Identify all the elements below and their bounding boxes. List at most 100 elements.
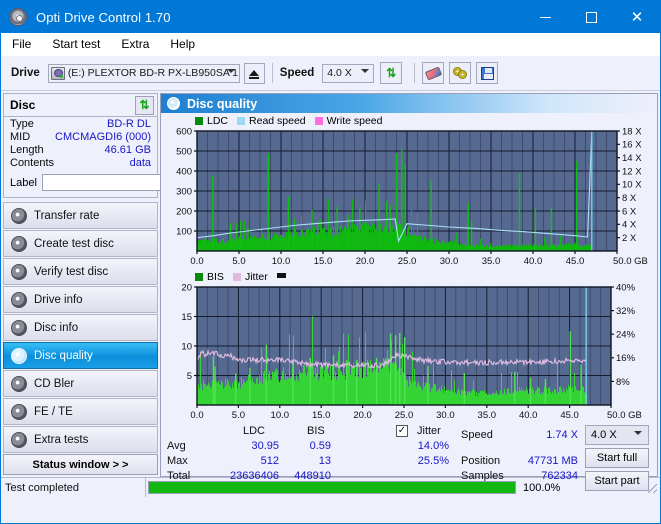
svg-text:24%: 24% (616, 330, 636, 341)
disc-refresh-button[interactable]: ⇅ (135, 95, 154, 115)
app-icon (9, 8, 27, 26)
stats-position-value: 47731 MB (527, 455, 578, 467)
svg-text:100: 100 (176, 226, 192, 237)
sidebar-item-cd-bler[interactable]: CD Bler (3, 370, 158, 397)
save-button[interactable] (476, 62, 499, 84)
chart1-wrapper: 100 200 300 400 500 600 2 X 4 X 6 X 8 X 10 X 12 X 14… (161, 127, 657, 269)
sidebar-item-create-test-disc[interactable]: Create test disc (3, 230, 158, 257)
svg-text:20.0: 20.0 (356, 256, 375, 267)
sidebar-item-extra-tests[interactable]: Extra tests (3, 426, 158, 453)
stats-row-max: Max (167, 455, 188, 467)
disc-quality-bis-chart: 5 10 15 20 8% 16% 24% 32% 40% 0.0 5.0 10.0 15.0 20.0 2… (181, 283, 641, 421)
discs-button[interactable] (449, 62, 472, 84)
legend-swatch-marker (276, 272, 286, 278)
start-part-button[interactable]: Start part (585, 471, 649, 491)
svg-text:40.0: 40.0 (519, 410, 538, 421)
discs-icon (452, 67, 468, 79)
svg-text:5.0: 5.0 (232, 256, 245, 267)
sidebar-item-transfer-rate[interactable]: Transfer rate (3, 202, 158, 229)
drive-select-value: (E:) PLEXTOR BD-R PX-LB950SA 1.06 (67, 67, 239, 79)
menu-extra[interactable]: Extra (119, 36, 151, 52)
chevron-down-icon (361, 68, 370, 73)
toolbar-divider-2 (414, 63, 416, 83)
disc-header-label: Disc (10, 98, 36, 112)
svg-text:300: 300 (176, 186, 192, 197)
stats-speed-label: Speed (461, 429, 493, 441)
progress-fill (149, 482, 515, 493)
legend-swatch-write-speed (314, 117, 323, 125)
status-window-button[interactable]: Status window > > (3, 454, 158, 475)
disc-quality-icon (167, 97, 180, 110)
disc-type-value: BD-R DL (106, 118, 151, 130)
maximize-icon (585, 11, 597, 23)
window-controls: ✕ (522, 1, 660, 33)
refresh-icon: ⇅ (386, 66, 397, 80)
svg-text:25.0: 25.0 (395, 410, 414, 421)
sidebar-item-label: FE / TE (34, 405, 73, 418)
sidebar-item-disc-quality[interactable]: Disc quality (3, 342, 158, 369)
disc-icon (11, 431, 27, 448)
svg-text:35.0: 35.0 (482, 256, 501, 267)
svg-text:25.0: 25.0 (398, 256, 417, 267)
svg-text:200: 200 (176, 206, 192, 217)
sidebar-item-disc-info[interactable]: Disc info (3, 314, 158, 341)
disc-icon (11, 291, 27, 308)
disc-row-contents: Contents data (4, 156, 157, 169)
menu-file[interactable]: File (10, 36, 33, 52)
speed-select[interactable]: 4.0 X (322, 63, 375, 83)
drive-icon (50, 66, 65, 80)
disc-icon (11, 319, 27, 336)
disc-row-mid: MID CMCMAGDI6 (000) (4, 130, 157, 143)
speed-select-value: 4.0 X (327, 67, 352, 79)
start-full-button[interactable]: Start full (585, 448, 649, 468)
menu-start-test[interactable]: Start test (50, 36, 102, 52)
speed-label: Speed (279, 67, 315, 79)
disc-length-label: Length (10, 144, 44, 156)
disc-icon (11, 207, 27, 224)
maximize-button[interactable] (568, 1, 614, 33)
status-divider (145, 478, 146, 497)
close-button[interactable]: ✕ (614, 1, 660, 33)
svg-text:15.0: 15.0 (314, 256, 333, 267)
stats-jitter-max: 25.5% (417, 455, 449, 467)
disc-length-value: 46.61 GB (104, 144, 151, 156)
resize-grip[interactable] (645, 481, 658, 494)
sidebar-item-verify-test-disc[interactable]: Verify test disc (3, 258, 158, 285)
svg-text:8%: 8% (616, 377, 630, 388)
svg-text:30.0: 30.0 (436, 410, 455, 421)
stats-position-label: Position (461, 455, 501, 467)
sidebar-item-fe-te[interactable]: FE / TE (3, 398, 158, 425)
svg-text:50.0 GB: 50.0 GB (613, 256, 648, 267)
progress-bar (148, 481, 516, 494)
test-speed-select[interactable]: 4.0 X (585, 425, 649, 445)
status-message: Test completed (5, 481, 79, 494)
eject-button[interactable] (243, 62, 265, 84)
sidebar-item-drive-info[interactable]: Drive info (3, 286, 158, 313)
save-icon (480, 66, 494, 80)
toolbar-divider-1 (271, 63, 273, 83)
drive-select[interactable]: (E:) PLEXTOR BD-R PX-LB950SA 1.06 (47, 63, 240, 83)
jitter-checkbox[interactable]: ✓ (396, 425, 408, 437)
sidebar-item-label: Drive info (34, 293, 83, 306)
legend-swatch-bis (195, 273, 203, 281)
minimize-button[interactable] (522, 1, 568, 33)
test-speed-value: 4.0 X (591, 429, 617, 441)
main-body: Disc ⇅ Type BD-R DL MID CMCMAGDI6 (000) … (1, 91, 660, 491)
svg-text:18 X: 18 X (622, 127, 642, 137)
disc-info-header: Disc ⇅ (4, 94, 157, 117)
erase-button[interactable] (422, 62, 445, 84)
disc-icon (11, 403, 27, 420)
toolbar: Drive (E:) PLEXTOR BD-R PX-LB950SA 1.06 … (1, 56, 660, 91)
refresh-button[interactable]: ⇅ (380, 62, 403, 84)
menu-help[interactable]: Help (168, 36, 197, 52)
disc-icon (11, 235, 27, 252)
svg-text:5.0: 5.0 (232, 410, 245, 421)
stats-samples-value: 762334 (541, 470, 578, 482)
disc-icon (11, 263, 27, 280)
menu-bar: File Start test Extra Help (1, 33, 660, 56)
svg-text:4 X: 4 X (622, 220, 637, 231)
svg-text:30.0: 30.0 (440, 256, 459, 267)
svg-text:40%: 40% (616, 283, 636, 293)
sidebar: Disc ⇅ Type BD-R DL MID CMCMAGDI6 (000) … (1, 91, 245, 477)
disc-mid-label: MID (10, 131, 31, 143)
